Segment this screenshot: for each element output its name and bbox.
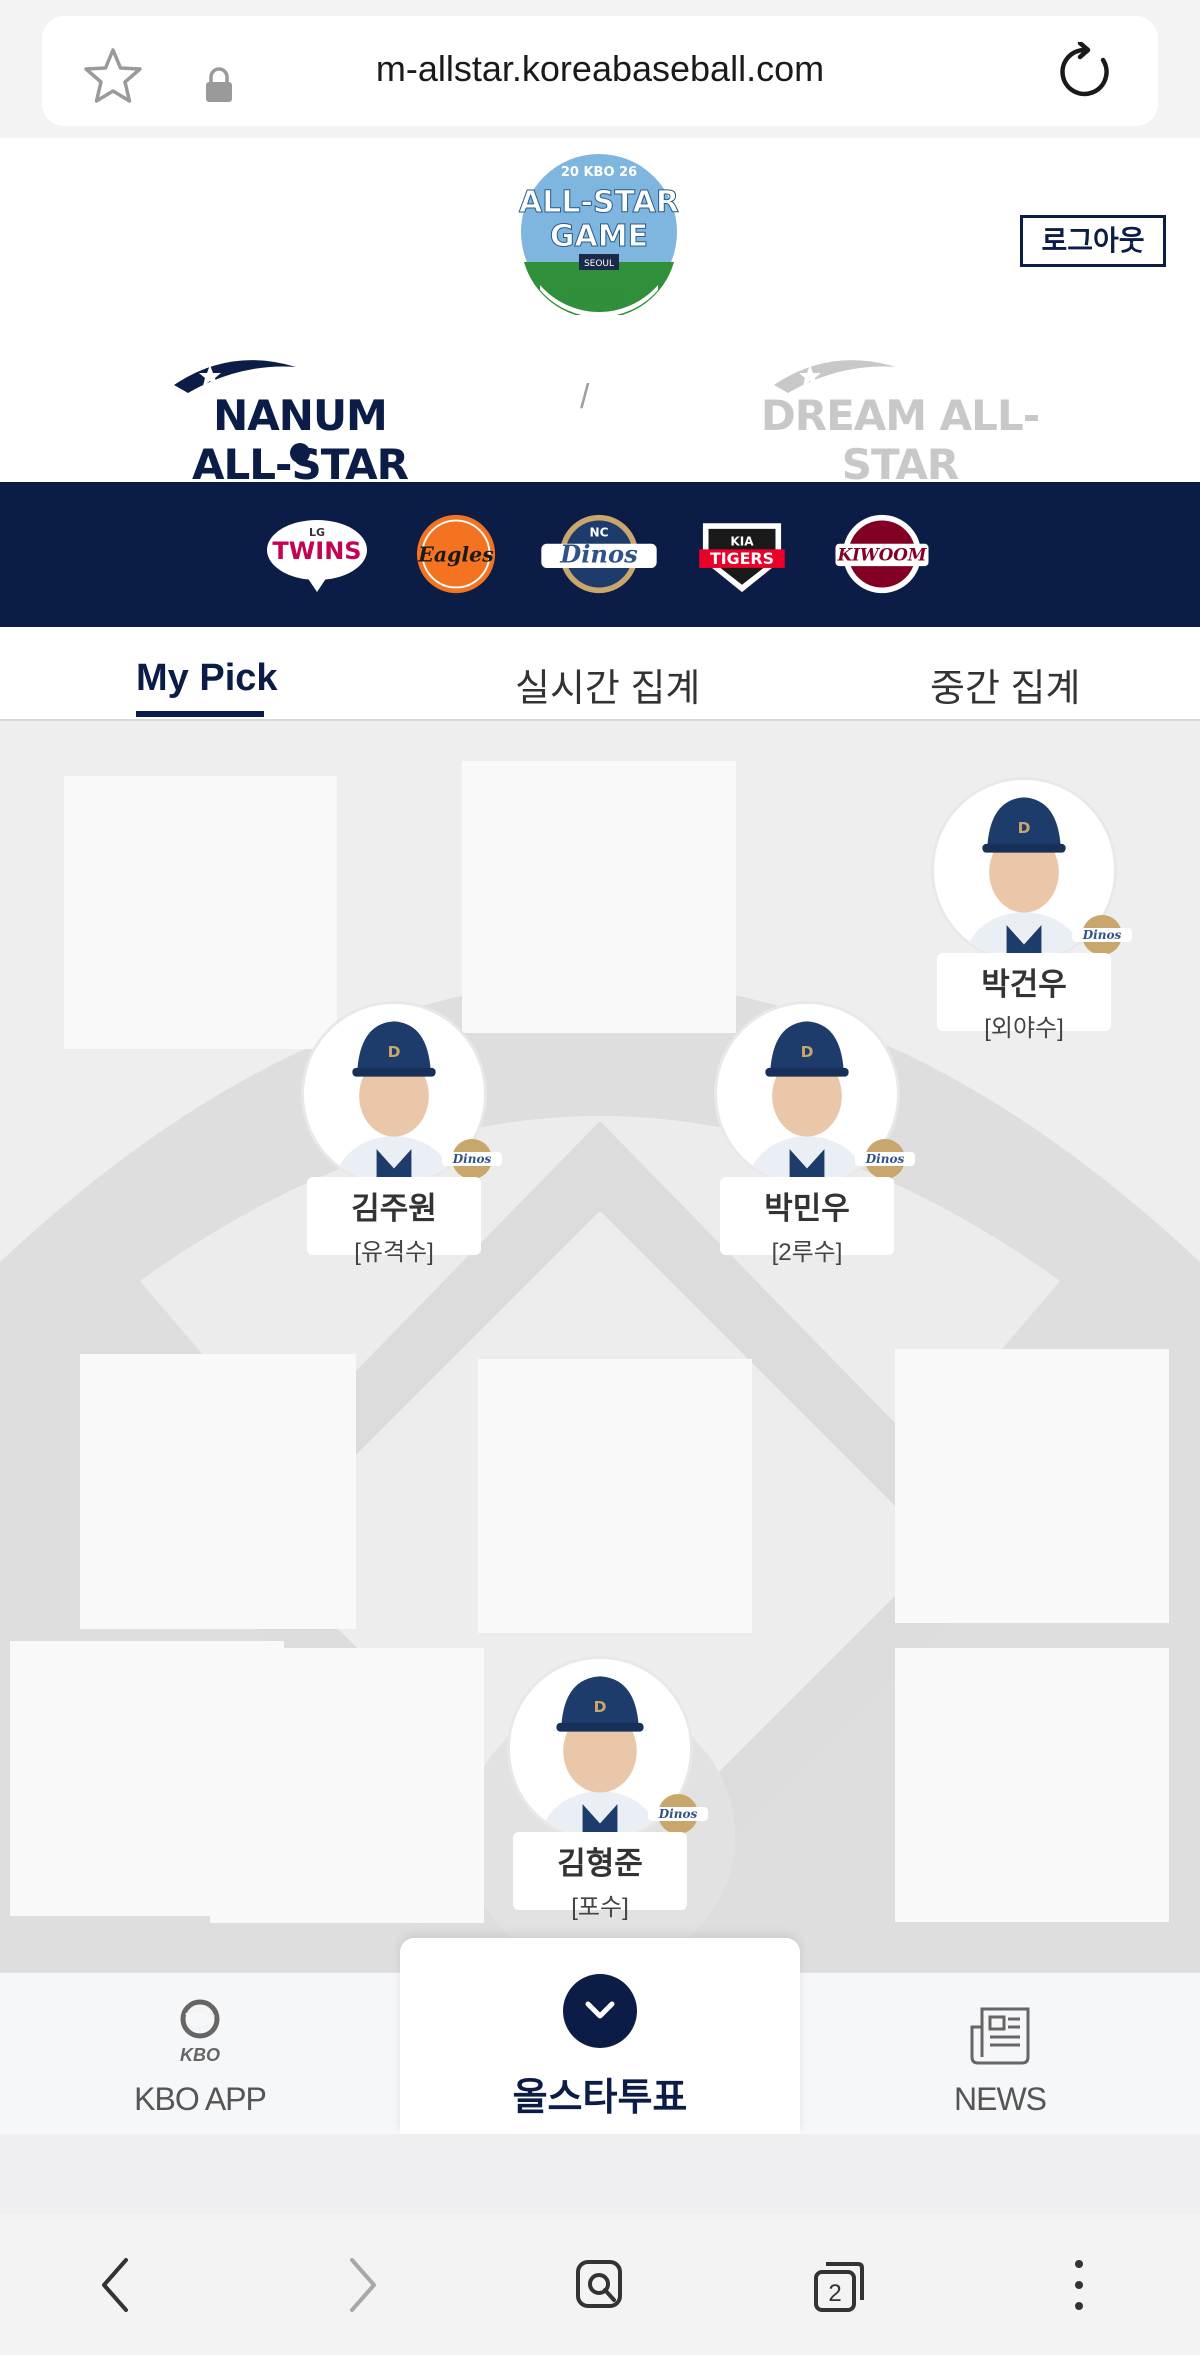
chevron-down-icon	[585, 2001, 615, 2019]
dinos-badge-icon: Dinos	[442, 1139, 502, 1179]
player-name: 박건우	[981, 967, 1067, 1002]
dinos-badge-icon: Dinos	[648, 1794, 708, 1834]
svg-text:KIA: KIA	[730, 535, 754, 549]
svg-text:Dinos: Dinos	[1082, 928, 1122, 942]
svg-text:Dinos: Dinos	[658, 1807, 698, 1821]
tabs-button[interactable]: 2	[804, 2250, 874, 2320]
logout-button[interactable]: 로그아웃	[1020, 215, 1166, 267]
player-position: [2루수]	[771, 1239, 843, 1266]
forward-icon[interactable]	[326, 2250, 396, 2320]
vote-toggle[interactable]	[563, 1974, 637, 2048]
player-info: 박건우 [외야수]	[937, 953, 1111, 1042]
emblem-allstar: ALL-STAR	[519, 185, 679, 220]
league-dream-tab[interactable]: DREAM ALL-STAR	[760, 355, 1040, 489]
league-nanum-tab[interactable]: NANUM ALL-STAR	[160, 355, 440, 489]
svg-text:Eagles: Eagles	[417, 542, 494, 566]
empty-slot-third-base[interactable]	[80, 1354, 356, 1629]
browser-address-bar: m-allstar.koreabaseball.com	[0, 0, 1200, 138]
tab-my-pick[interactable]: My Pick	[136, 657, 278, 700]
emblem-game: GAME	[550, 219, 648, 254]
tab-realtime[interactable]: 실시간 집계	[515, 657, 700, 712]
svg-text:D: D	[1018, 819, 1031, 837]
svg-text:D: D	[801, 1043, 814, 1061]
allstar-game-emblem: 20 KBO 26 ALL-STAR GAME SEOUL 신한 SOL	[519, 154, 679, 315]
team-twins-logo[interactable]: LG TWINS	[265, 514, 369, 594]
url-text[interactable]: m-allstar.koreabaseball.com	[42, 48, 1158, 90]
reload-icon[interactable]	[1056, 42, 1116, 102]
active-tab-underline	[136, 711, 264, 717]
team-tigers-logo[interactable]: KIA TIGERS	[690, 514, 794, 594]
empty-slot-extra[interactable]	[210, 1648, 484, 1923]
active-indicator	[290, 443, 310, 463]
svg-text:Dinos: Dinos	[452, 1152, 492, 1166]
view-tabs: My Pick 실시간 집계 중간 집계	[0, 627, 1200, 721]
news-icon	[970, 2007, 1030, 2065]
svg-text:D: D	[388, 1043, 401, 1061]
player-name: 박민우	[764, 1191, 850, 1226]
svg-text:D: D	[594, 1698, 607, 1716]
player-info: 박민우 [2루수]	[720, 1177, 894, 1266]
emblem-sponsor: 신한 SOL	[570, 290, 627, 306]
player-info: 김형준 [포수]	[513, 1832, 687, 1921]
news-button[interactable]: NEWS	[900, 1973, 1100, 2135]
player-name: 김주원	[351, 1191, 437, 1226]
empty-slot-center-field[interactable]	[462, 761, 736, 1033]
svg-text:TIGERS: TIGERS	[710, 549, 774, 568]
url-field[interactable]: m-allstar.koreabaseball.com	[42, 16, 1158, 126]
kbo-app-label: KBO APP	[134, 2081, 267, 2117]
league-dream-label: DREAM ALL-STAR	[760, 391, 1040, 489]
player-info: 김주원 [유격수]	[307, 1177, 481, 1266]
svg-text:KIWOOM: KIWOOM	[837, 545, 927, 565]
search-icon[interactable]	[564, 2250, 634, 2320]
tab-midterm[interactable]: 중간 집계	[930, 657, 1080, 712]
svg-text:Dinos: Dinos	[865, 1152, 905, 1166]
svg-text:NC: NC	[590, 525, 609, 539]
emblem-year: 20 KBO 26	[561, 165, 637, 180]
browser-toolbar: 2	[0, 2214, 1200, 2355]
kbo-logo-text: KBO	[180, 2045, 220, 2065]
team-logos-bar: LG TWINS Eagles NC Dinos KIA TIGERS KIWO…	[0, 482, 1200, 627]
screen: { "browser": { "url": "m-allstar.koreaba…	[0, 0, 1200, 2355]
more-icon[interactable]	[1044, 2250, 1114, 2320]
baseball-field: D Dinos 박건우 [외야수] D Dinos 김주원 [유격수] D Di…	[0, 721, 1200, 1972]
back-icon[interactable]	[82, 2250, 152, 2320]
league-separator: /	[580, 378, 590, 416]
kbo-app-button[interactable]: KBO KBO APP	[100, 1973, 300, 2135]
tab-count: 2	[828, 2280, 842, 2307]
svg-text:TWINS: TWINS	[272, 537, 361, 565]
page-footer-gap	[0, 2134, 1200, 2214]
player-name: 김형준	[557, 1846, 643, 1881]
player-position: [유격수]	[354, 1239, 434, 1266]
team-eagles-logo[interactable]: Eagles	[408, 514, 504, 594]
allstar-vote-button[interactable]: 올스타투표	[400, 1938, 800, 2134]
empty-slot-pitcher[interactable]	[478, 1359, 752, 1633]
player-position: [외야수]	[984, 1015, 1064, 1042]
dinos-badge-icon: Dinos	[1072, 915, 1132, 955]
league-nanum-label: NANUM ALL-STAR	[192, 391, 409, 489]
dinos-badge-icon: Dinos	[855, 1139, 915, 1179]
player-position: [포수]	[571, 1894, 629, 1921]
emblem-seoul: SEOUL	[584, 259, 614, 269]
empty-slot-first-base[interactable]	[895, 1349, 1169, 1623]
vote-label: 올스타투표	[512, 2077, 688, 2119]
team-dinos-logo[interactable]: NC Dinos	[535, 514, 663, 594]
empty-slot-left-field[interactable]	[64, 776, 337, 1049]
svg-text:Dinos: Dinos	[559, 539, 638, 568]
news-label: NEWS	[954, 2081, 1047, 2117]
empty-slot-right[interactable]	[895, 1648, 1169, 1922]
team-kiwoom-logo[interactable]: KIWOOM	[828, 514, 936, 594]
kbo-logo-icon	[180, 1999, 220, 2039]
